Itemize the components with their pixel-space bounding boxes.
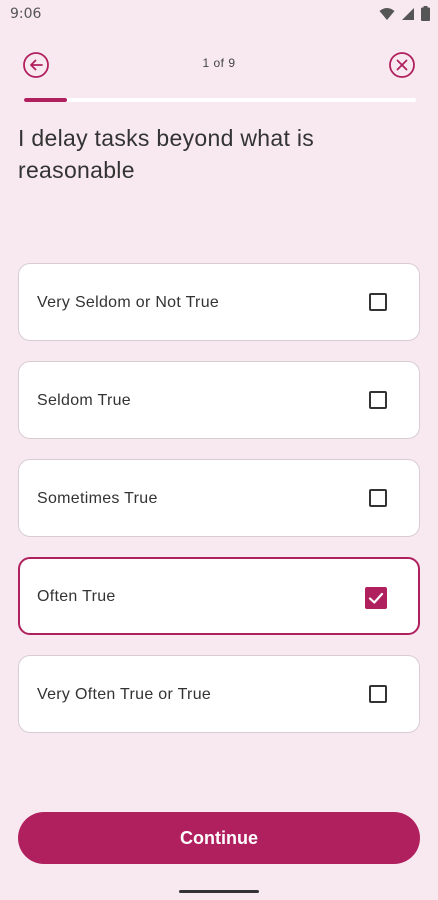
option-often[interactable]: Often True — [18, 557, 420, 635]
checkbox[interactable] — [369, 391, 387, 409]
home-indicator — [179, 890, 259, 893]
checkmark-icon — [368, 592, 384, 604]
checkbox[interactable] — [369, 685, 387, 703]
status-icons — [379, 6, 430, 21]
progress-bar-fill — [24, 98, 68, 102]
progress-counter: 1 of 9 — [202, 56, 236, 70]
battery-icon — [421, 6, 430, 21]
continue-button[interactable]: Continue — [18, 812, 420, 864]
option-seldom[interactable]: Seldom True — [18, 361, 420, 439]
question-text: I delay tasks beyond what is reasonable — [18, 125, 315, 183]
close-circle-icon — [389, 52, 415, 78]
close-button[interactable] — [388, 51, 416, 79]
header: 1 of 9 — [0, 40, 438, 90]
progress-bar — [24, 98, 416, 102]
option-very-often[interactable]: Very Often True or True — [18, 655, 420, 733]
options-list: Very Seldom or Not True Seldom True Some… — [18, 263, 420, 753]
wifi-icon — [379, 7, 395, 21]
option-label: Very Often True or True — [37, 686, 212, 703]
signal-icon — [401, 7, 415, 21]
option-label: Very Seldom or Not True — [37, 294, 220, 311]
status-bar: 9:06 — [0, 0, 438, 30]
option-label: Often True — [37, 588, 116, 605]
checkbox[interactable] — [365, 587, 387, 609]
checkbox[interactable] — [369, 489, 387, 507]
status-time: 9:06 — [10, 6, 42, 22]
option-label: Seldom True — [37, 392, 132, 409]
option-label: Sometimes True — [37, 490, 158, 507]
checkbox[interactable] — [369, 293, 387, 311]
option-sometimes[interactable]: Sometimes True — [18, 459, 420, 537]
option-very-seldom[interactable]: Very Seldom or Not True — [18, 263, 420, 341]
